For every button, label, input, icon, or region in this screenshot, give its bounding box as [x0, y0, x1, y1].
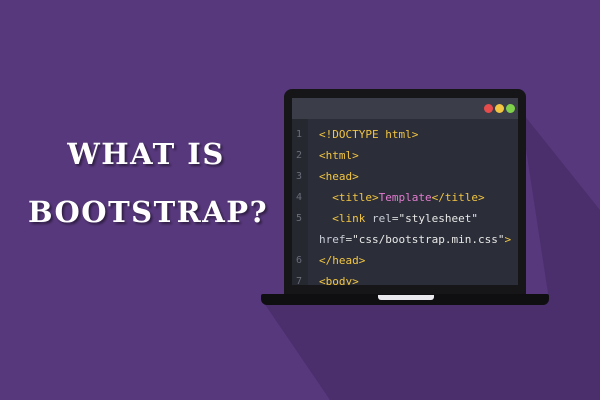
line-number: 6	[296, 255, 303, 266]
code-token: "css/bootstrap.min.css"	[352, 233, 505, 246]
code-text: <head>	[319, 167, 359, 187]
code-text: <link rel="stylesheet"	[319, 209, 478, 229]
minimize-dot-icon[interactable]	[495, 104, 504, 113]
code-text: <title>Template</title>	[319, 188, 485, 208]
code-text: href="css/bootstrap.min.css">	[319, 230, 511, 250]
code-line: 3 <head>	[292, 167, 518, 187]
code-token: Template	[378, 191, 432, 204]
code-text: <!DOCTYPE html>	[319, 125, 418, 145]
code-line: 4 <title>Template</title>	[292, 188, 518, 208]
code-line: 5 <link rel="stylesheet"	[292, 209, 518, 229]
code-line: 6 </head>	[292, 251, 518, 271]
code-token: href	[319, 233, 346, 246]
laptop-hinge-notch	[378, 295, 434, 300]
line-number: 2	[296, 150, 303, 161]
code-line: 1 <!DOCTYPE html>	[292, 125, 518, 145]
line-number: 4	[296, 192, 303, 203]
code-line: 7 <body>	[292, 272, 518, 285]
code-line: href="css/bootstrap.min.css">	[292, 230, 518, 250]
line-number: 5	[296, 213, 303, 224]
code-token: <head>	[319, 170, 359, 183]
code-token: <body>	[319, 275, 359, 285]
maximize-dot-icon[interactable]	[506, 104, 515, 113]
code-line: 2 <html>	[292, 146, 518, 166]
line-number: 1	[296, 129, 303, 140]
code-token: <html>	[319, 149, 359, 162]
code-text: </head>	[319, 251, 365, 271]
code-editor-screen: 1 <!DOCTYPE html> 2 <html> 3 <head> 4 <title>T…	[292, 98, 518, 285]
code-token: rel	[371, 212, 392, 225]
code-token: >	[504, 233, 512, 246]
code-token: <!DOCTYPE html>	[319, 128, 419, 141]
code-token: "stylesheet"	[398, 212, 478, 225]
headline-line-2: BOOTSTRAP?	[28, 195, 269, 229]
close-dot-icon[interactable]	[484, 104, 493, 113]
code-token: <link	[319, 212, 372, 225]
line-number: 3	[296, 171, 303, 182]
code-token: <title>	[319, 191, 379, 204]
code-token: </head>	[319, 254, 366, 267]
headline-line-1: WHAT IS	[67, 137, 225, 171]
code-token: </title>	[431, 191, 485, 204]
editor-titlebar	[292, 98, 518, 119]
code-text: <html>	[319, 146, 359, 166]
line-number: 7	[296, 276, 303, 285]
code-text: <body>	[319, 272, 359, 285]
